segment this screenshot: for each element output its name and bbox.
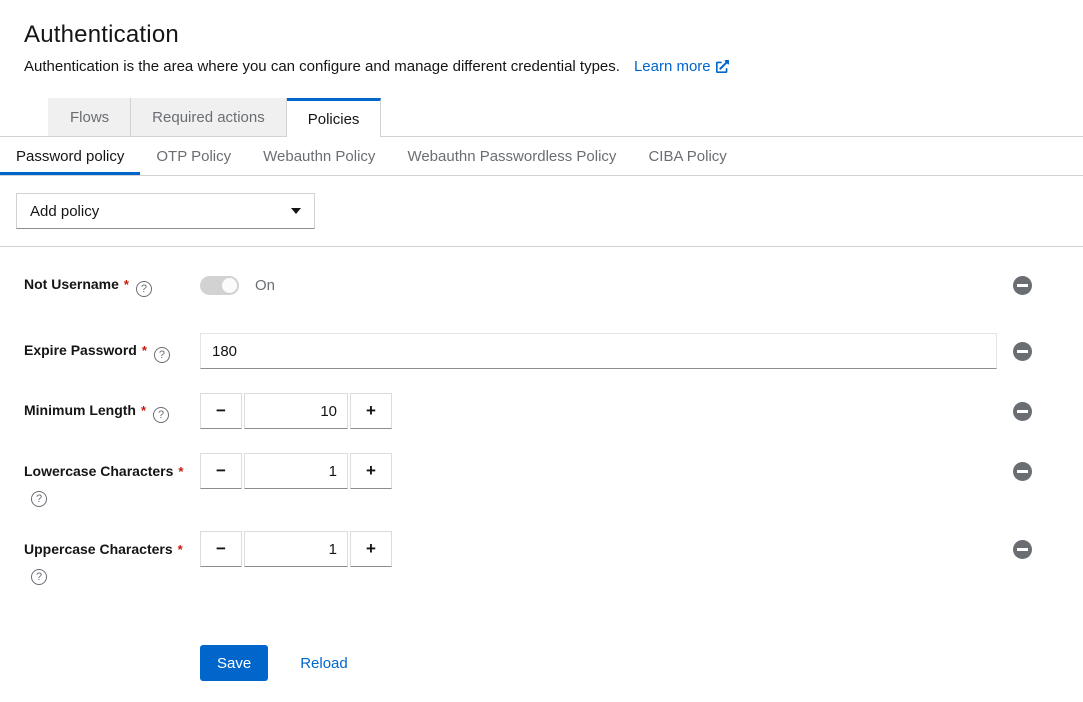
help-icon[interactable]: ? [31,491,47,507]
help-glyph: ? [141,278,147,300]
main-tabs: Flows Required actions Policies [0,98,1083,137]
field-label: Minimum Length [24,402,136,418]
remove-policy-button[interactable] [1013,402,1032,421]
form-actions: Save Reload [200,645,1032,681]
remove-policy-button[interactable] [1013,462,1032,481]
form-row-minimum-length: Minimum Length *? − + [24,393,1032,429]
form-row-not-username: Not Username *? On [24,273,1032,297]
field-control [200,333,997,369]
required-asterisk: * [178,542,183,557]
page-title: Authentication [24,21,1059,49]
tab-policies[interactable]: Policies [287,98,382,137]
field-label: Lowercase Characters [24,463,173,479]
expire-password-input[interactable] [200,333,997,369]
plus-button[interactable]: + [350,393,392,429]
required-asterisk: * [178,464,183,479]
subtab-otp-policy[interactable]: OTP Policy [140,137,247,175]
minus-button[interactable]: − [200,453,242,489]
help-glyph: ? [159,344,165,366]
tab-required-actions[interactable]: Required actions [131,98,287,136]
page-subtitle-row: Authentication is the area where you can… [24,58,1059,75]
tab-flows[interactable]: Flows [48,98,131,136]
learn-more-label: Learn more [634,58,711,75]
field-control: On [200,276,997,295]
tab-policies-label: Policies [308,111,360,128]
toggle-knob [222,278,237,293]
help-icon[interactable]: ? [31,569,47,585]
help-glyph: ? [36,488,42,510]
field-control: − + [200,393,997,429]
field-label: Uppercase Characters [24,541,173,557]
help-icon[interactable]: ? [153,407,169,423]
form-row-uppercase-characters: Uppercase Characters * ? − + [24,531,1032,585]
tab-required-actions-label: Required actions [152,109,265,126]
save-button[interactable]: Save [200,645,268,681]
policy-subtabs: Password policy OTP Policy Webauthn Poli… [0,137,1083,176]
minus-button[interactable]: − [200,531,242,567]
subtab-webauthn-policy[interactable]: Webauthn Policy [247,137,391,175]
uppercase-characters-stepper: − + [200,531,392,567]
form-row-expire-password: Expire Password *? [24,333,1032,369]
add-policy-select[interactable]: Add policy [16,193,315,229]
subtab-password-policy-label: Password policy [16,148,124,165]
field-label: Expire Password [24,342,137,358]
add-policy-select-label: Add policy [30,203,99,220]
required-asterisk: * [141,403,146,418]
lowercase-characters-stepper: − + [200,453,392,489]
remove-policy-button[interactable] [1013,276,1032,295]
help-icon[interactable]: ? [154,347,170,363]
minus-circle-icon [1013,402,1032,421]
password-policy-form: Not Username *? On Expire Password *? Mini… [0,247,1083,681]
remove-policy-button[interactable] [1013,540,1032,559]
minimum-length-stepper: − + [200,393,392,429]
minus-button[interactable]: − [200,393,242,429]
help-glyph: ? [158,404,164,426]
subtab-ciba-policy[interactable]: CIBA Policy [632,137,742,175]
minus-circle-icon [1013,462,1032,481]
field-label-group: Uppercase Characters * ? [24,531,200,585]
required-asterisk: * [124,277,129,292]
field-label-group: Not Username *? [24,273,200,297]
field-label-group: Expire Password *? [24,339,200,363]
caret-down-icon [291,208,301,214]
field-label-group: Minimum Length *? [24,399,200,423]
subtab-ciba-policy-label: CIBA Policy [648,148,726,165]
subtab-webauthn-passwordless-policy-label: Webauthn Passwordless Policy [407,148,616,165]
field-control: − + [200,453,997,489]
minus-circle-icon [1013,276,1032,295]
uppercase-characters-input[interactable] [244,531,348,567]
minus-circle-icon [1013,342,1032,361]
add-policy-section: Add policy [0,176,1083,247]
reload-link[interactable]: Reload [300,655,348,672]
not-username-toggle[interactable] [200,276,239,295]
required-asterisk: * [142,343,147,358]
field-label-group: Lowercase Characters * ? [24,453,200,507]
page-subtitle: Authentication is the area where you can… [24,58,620,75]
minimum-length-input[interactable] [244,393,348,429]
tab-flows-label: Flows [70,109,109,126]
form-row-lowercase-characters: Lowercase Characters * ? − + [24,453,1032,507]
help-icon[interactable]: ? [136,281,152,297]
learn-more-link[interactable]: Learn more [634,58,729,75]
subtab-webauthn-policy-label: Webauthn Policy [263,148,375,165]
help-glyph: ? [36,566,42,588]
minus-circle-icon [1013,540,1032,559]
subtab-webauthn-passwordless-policy[interactable]: Webauthn Passwordless Policy [391,137,632,175]
subtab-password-policy[interactable]: Password policy [0,137,140,175]
page-header: Authentication Authentication is the are… [0,0,1083,75]
plus-button[interactable]: + [350,531,392,567]
lowercase-characters-input[interactable] [244,453,348,489]
remove-policy-button[interactable] [1013,342,1032,361]
field-label: Not Username [24,276,119,292]
field-control: − + [200,531,997,567]
toggle-state-label: On [255,277,275,294]
subtab-otp-policy-label: OTP Policy [156,148,231,165]
external-link-icon [716,60,729,73]
plus-button[interactable]: + [350,453,392,489]
